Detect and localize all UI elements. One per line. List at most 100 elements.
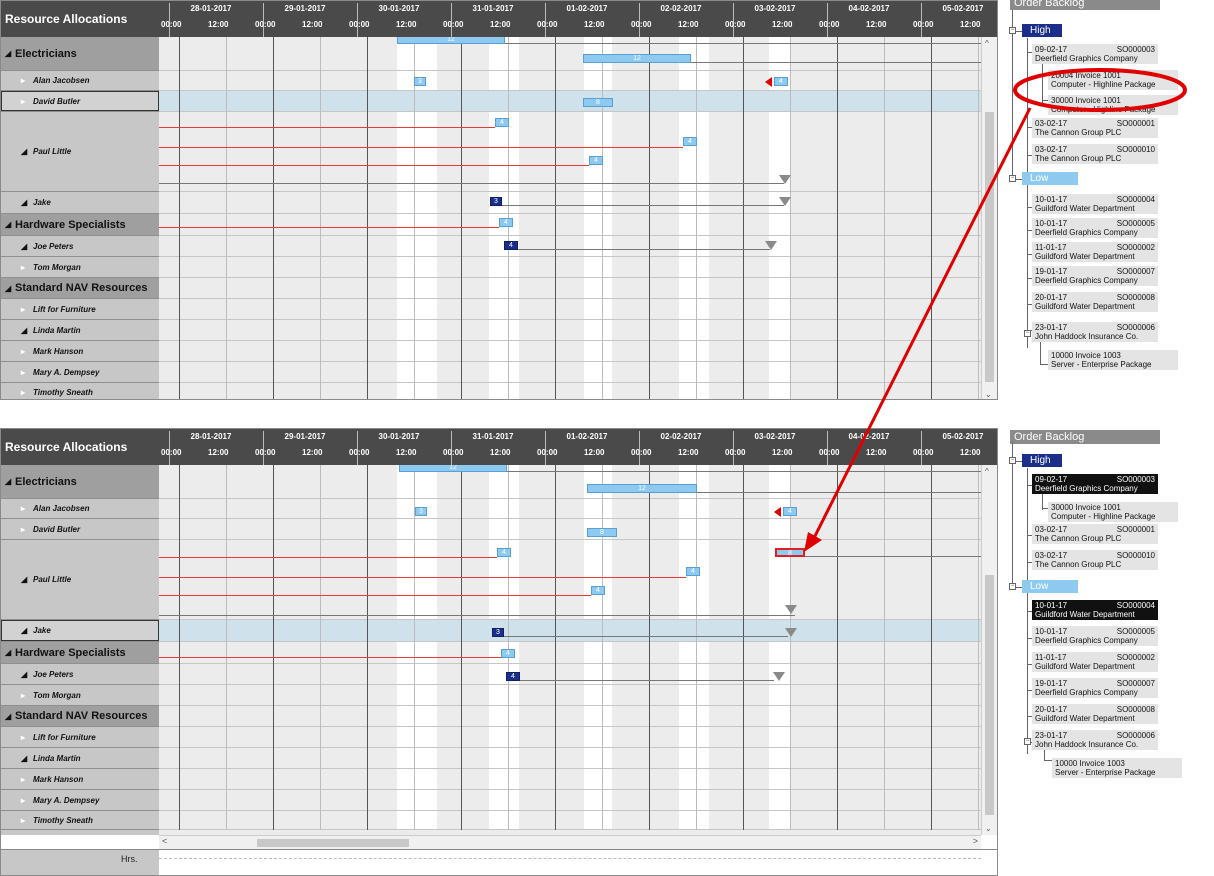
allocation-bar[interactable]: 4 xyxy=(686,567,700,576)
resource-row-mark-hanson[interactable]: ▸ Mark Hanson xyxy=(1,769,159,790)
allocation-bar[interactable]: 4 xyxy=(589,156,603,165)
backlog-order-so000010[interactable]: 03-02-17 SO000010 The Cannon Group PLC xyxy=(1032,144,1158,164)
expand-arrow-icon[interactable]: ▸ xyxy=(21,775,33,784)
backlog-order-so000003[interactable]: 09-02-17 SO000003 Deerfield Graphics Compa… xyxy=(1032,44,1158,64)
resource-row-david-butler[interactable]: ▸ David Butler xyxy=(1,519,159,540)
allocation-bar[interactable]: 4 xyxy=(783,507,797,516)
expand-arrow-icon[interactable]: ▸ xyxy=(21,388,33,397)
resource-row-lift-for-furniture[interactable]: ▸ Lift for Furniture xyxy=(1,727,159,748)
collapse-toggle-icon[interactable]: − xyxy=(1009,27,1016,34)
priority-high[interactable]: High xyxy=(1022,24,1062,37)
collapse-arrow-icon[interactable]: ◢ xyxy=(5,220,15,229)
backlog-order-so000001[interactable]: 03-02-17 SO000001 The Cannon Group PLC xyxy=(1032,524,1158,544)
backlog-order-so000006[interactable]: 23-01-17 SO000006 John Haddock Insurance C… xyxy=(1032,730,1158,750)
scroll-up-icon[interactable]: ^ xyxy=(985,39,989,48)
collapse-toggle-icon[interactable]: − xyxy=(1009,457,1016,464)
scroll-thumb[interactable] xyxy=(257,839,409,847)
expand-arrow-icon[interactable]: ▸ xyxy=(21,733,33,742)
allocation-bar[interactable]: 3 xyxy=(414,77,426,86)
allocation-bar[interactable]: 12 xyxy=(399,465,507,472)
scroll-thumb[interactable] xyxy=(985,112,994,382)
scroll-thumb[interactable] xyxy=(985,575,994,815)
vertical-scrollbar[interactable]: ^ ⌄ xyxy=(981,37,997,399)
expand-arrow-icon[interactable]: ▸ xyxy=(21,305,33,314)
expand-toggle-icon[interactable]: − xyxy=(1024,738,1031,745)
backlog-order-so000007[interactable]: 19-01-17 SO000007 Deerfield Graphics Compa… xyxy=(1032,266,1158,286)
backlog-order-so000002[interactable]: 11-01-17 SO000002 Guildford Water Departme… xyxy=(1032,242,1158,262)
collapse-arrow-icon[interactable]: ◢ xyxy=(21,326,33,335)
backlog-order-so000010[interactable]: 03-02-17 SO000010 The Cannon Group PLC xyxy=(1032,550,1158,570)
expand-arrow-icon[interactable]: ▸ xyxy=(21,504,33,513)
allocation-bar[interactable]: 12 xyxy=(583,54,691,63)
collapse-arrow-icon[interactable]: ◢ xyxy=(21,242,33,251)
backlog-invoice-line[interactable]: 10000 Invoice 1003 Server - Enterprise Pa… xyxy=(1052,758,1182,778)
backlog-order-so000004[interactable]: 10-01-17 SO000004 Guildford Water Departme… xyxy=(1032,194,1158,214)
backlog-invoice-line[interactable]: 20004 Invoice 1001 Computer - Highline Pa… xyxy=(1048,70,1178,90)
resource-row-paul-little[interactable]: ◢ Paul Little xyxy=(1,112,159,192)
vertical-scrollbar[interactable]: ^ ⌄ xyxy=(981,465,997,835)
priority-high[interactable]: High xyxy=(1022,454,1062,467)
horizontal-scrollbar[interactable]: < > xyxy=(159,835,981,849)
resource-row-joe-peters[interactable]: ◢ Joe Peters xyxy=(1,664,159,685)
resource-row-tom-morgan[interactable]: ▸ Tom Morgan xyxy=(1,257,159,278)
allocation-bar[interactable]: 4 xyxy=(497,548,511,557)
backlog-invoice-line[interactable]: 30000 Invoice 1001 Computer - Highline Pa… xyxy=(1048,95,1178,115)
resource-row-linda-martin[interactable]: ◢ Linda Martin xyxy=(1,320,159,341)
resource-row-alan-jacobsen[interactable]: ▸ Alan Jacobsen xyxy=(1,71,159,91)
backlog-order-so000008[interactable]: 20-01-17 SO000008 Guildford Water Departme… xyxy=(1032,292,1158,312)
collapse-arrow-icon[interactable]: ◢ xyxy=(21,198,33,207)
resource-row-hardware-specialists[interactable]: ◢ Hardware Specialists xyxy=(1,214,159,236)
collapse-toggle-icon[interactable]: − xyxy=(1009,583,1016,590)
collapse-arrow-icon[interactable]: ◢ xyxy=(21,754,33,763)
resource-row-linda-martin[interactable]: ◢ Linda Martin xyxy=(1,748,159,769)
collapse-arrow-icon[interactable]: ◢ xyxy=(5,49,15,58)
allocation-bar[interactable]: 3 xyxy=(492,628,504,637)
resource-row-mary-a-dempsey[interactable]: ▸ Mary A. Dempsey xyxy=(1,362,159,383)
resource-row-mark-hanson[interactable]: ▸ Mark Hanson xyxy=(1,341,159,362)
expand-toggle-icon[interactable]: − xyxy=(1024,330,1031,337)
allocation-bar[interactable]: 4 xyxy=(506,672,520,681)
allocation-bar[interactable]: 3 xyxy=(415,507,427,516)
allocation-bar[interactable]: 8 xyxy=(587,528,617,537)
allocation-bar[interactable]: 4 xyxy=(683,137,697,146)
allocation-bar[interactable]: 8 xyxy=(775,548,805,557)
collapse-toggle-icon[interactable]: − xyxy=(1009,175,1016,182)
allocation-bar[interactable]: 4 xyxy=(501,649,515,658)
backlog-order-so000003[interactable]: 09-02-17 SO000003 Deerfield Graphics Compa… xyxy=(1032,474,1158,494)
expand-arrow-icon[interactable]: ▸ xyxy=(21,76,33,85)
resource-row-lift-for-furniture[interactable]: ▸ Lift for Furniture xyxy=(1,299,159,320)
allocation-bar[interactable]: 8 xyxy=(583,98,613,107)
allocation-bar[interactable]: 4 xyxy=(504,241,518,250)
backlog-order-so000004[interactable]: 10-01-17 SO000004 Guildford Water Departme… xyxy=(1032,600,1158,620)
resource-row-standard-nav-resources[interactable]: ◢ Standard NAV Resources xyxy=(1,278,159,299)
allocation-bar[interactable]: 12 xyxy=(587,484,697,493)
collapse-arrow-icon[interactable]: ◢ xyxy=(21,626,33,635)
resource-row-david-butler[interactable]: ▸ David Butler xyxy=(1,91,159,112)
resource-row-electricians[interactable]: ◢ Electricians xyxy=(1,465,159,499)
collapse-arrow-icon[interactable]: ◢ xyxy=(5,477,15,486)
expand-arrow-icon[interactable]: ▸ xyxy=(21,796,33,805)
collapse-arrow-icon[interactable]: ◢ xyxy=(5,712,15,721)
allocation-bar[interactable]: 4 xyxy=(774,77,788,86)
allocation-bar[interactable]: 4 xyxy=(495,118,509,127)
allocation-grid[interactable]: 12 12 3 4 8 4 4 4 8 3 4 4 xyxy=(159,465,981,835)
resource-row-standard-nav-resources[interactable]: ◢ Standard NAV Resources xyxy=(1,706,159,727)
backlog-order-so000008[interactable]: 20-01-17 SO000008 Guildford Water Departme… xyxy=(1032,704,1158,724)
expand-arrow-icon[interactable]: ▸ xyxy=(21,816,33,825)
resource-row-mary-a-dempsey[interactable]: ▸ Mary A. Dempsey xyxy=(1,790,159,811)
backlog-order-so000005[interactable]: 10-01-17 SO000005 Deerfield Graphics Compa… xyxy=(1032,218,1158,238)
resource-row-hardware-specialists[interactable]: ◢ Hardware Specialists xyxy=(1,642,159,664)
resource-row-jake[interactable]: ◢ Jake xyxy=(1,192,159,214)
resource-row-joe-peters[interactable]: ◢ Joe Peters xyxy=(1,236,159,257)
scroll-right-icon[interactable]: > xyxy=(973,836,978,846)
priority-low[interactable]: Low xyxy=(1022,172,1078,185)
backlog-invoice-line[interactable]: 30000 Invoice 1001 Computer - Highline Pa… xyxy=(1048,502,1178,522)
allocation-bar[interactable]: 4 xyxy=(591,586,605,595)
expand-arrow-icon[interactable]: ▸ xyxy=(21,347,33,356)
scroll-left-icon[interactable]: < xyxy=(162,836,167,846)
resource-row-timothy-sneath[interactable]: ▸ Timothy Sneath xyxy=(1,383,159,399)
allocation-grid[interactable]: 12 12 3 4 8 4 4 4 3 4 4 xyxy=(159,37,981,399)
scroll-down-icon[interactable]: ⌄ xyxy=(985,824,992,833)
expand-arrow-icon[interactable]: ▸ xyxy=(21,691,33,700)
expand-arrow-icon[interactable]: ▸ xyxy=(21,263,33,272)
